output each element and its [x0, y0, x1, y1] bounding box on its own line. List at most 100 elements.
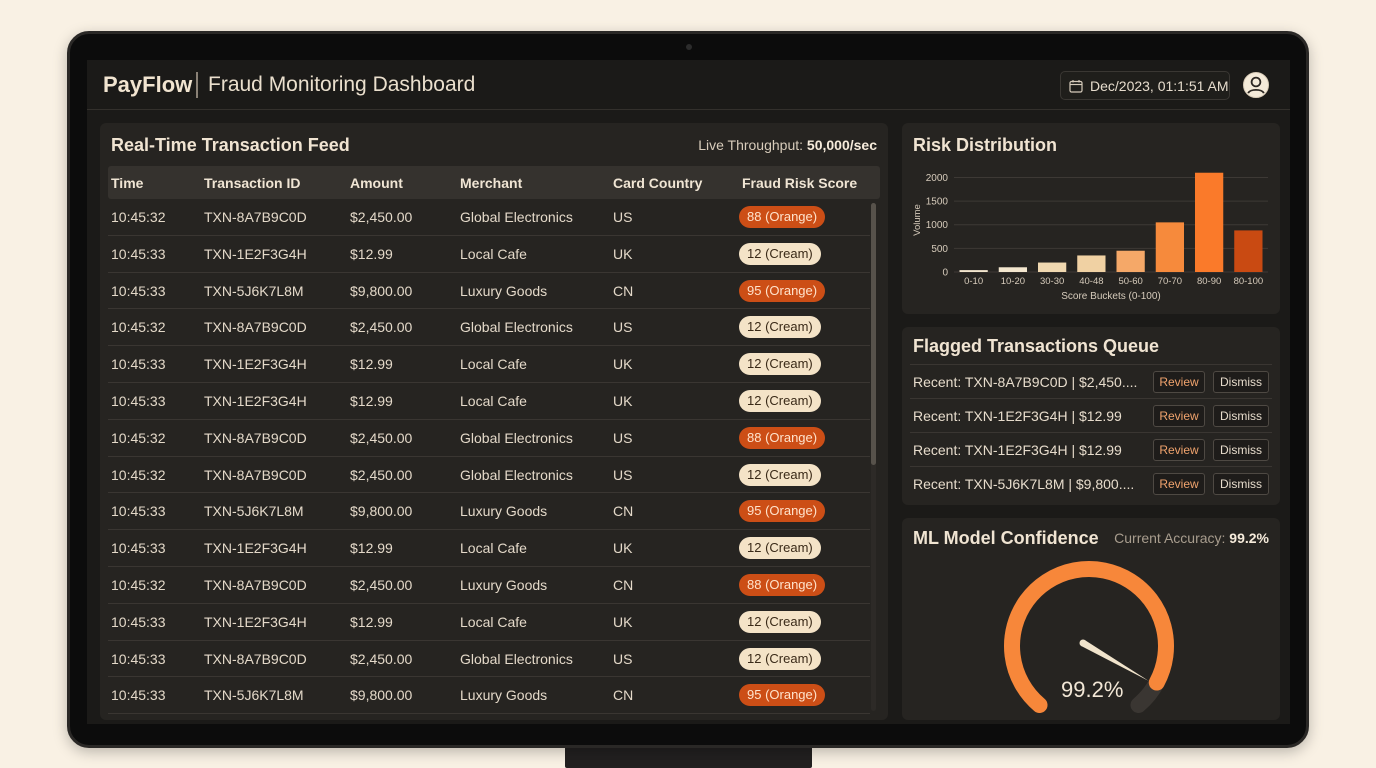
- y-tick-label: 1000: [926, 220, 949, 231]
- table-row[interactable]: 10:45:32 TXN-8A7B9C0D $2,450.00 Global Elec…: [108, 420, 870, 457]
- table-row[interactable]: 10:45:33 TXN-1E2F3G4H $12.99 Local Cafe UK 12…: [108, 346, 870, 383]
- risk-bar[interactable]: [1194, 172, 1224, 272]
- risk-score-badge: 95 (Orange): [739, 684, 826, 707]
- cell-card-country: US: [613, 429, 633, 446]
- cell-time: 10:45:33: [111, 356, 166, 373]
- cell-amount: $9,800.00: [350, 503, 413, 520]
- cell-amount: $9,800.00: [350, 282, 413, 299]
- table-row[interactable]: 10:45:33 TXN-1E2F3G4H $12.99 Local Cafe UK 12…: [108, 604, 870, 641]
- x-tick-label: 0-10: [964, 276, 983, 287]
- table-row[interactable]: 10:45:33 TXN-5J6K7L8M $9,800.00 Luxury Good…: [108, 493, 870, 531]
- cell-time: 10:45:32: [111, 576, 166, 593]
- table-row[interactable]: 10:45:33 TXN-1E2F3G4H $12.99 Local Cafe UK 12…: [108, 236, 870, 273]
- review-button[interactable]: Review: [1153, 405, 1205, 427]
- cell-merchant: Global Electronics: [460, 466, 573, 483]
- risk-bar[interactable]: [1037, 262, 1067, 272]
- risk-bar[interactable]: [1116, 250, 1145, 272]
- cell-card-country: UK: [613, 392, 633, 409]
- table-row[interactable]: 10:45:32 TXN-8A7B9C0D $2,450.00 Global Elec…: [108, 199, 870, 236]
- table-row[interactable]: 10:45:33 TXN-1E2F3G4H $12.99 Local Cafe UK 12…: [108, 530, 870, 567]
- cell-merchant: Local Cafe: [460, 356, 527, 373]
- table-row[interactable]: 10:45:33 TXN-1E2F3G4H $12.99 Local Cafe UK 12…: [108, 383, 870, 420]
- table-row[interactable]: 10:45:32 TXN-8A7B9C0D $2,450.00 Global Elec…: [108, 309, 870, 347]
- review-button[interactable]: Review: [1153, 439, 1205, 461]
- cell-amount: $12.99: [350, 356, 393, 373]
- cell-time: 10:45:32: [111, 466, 166, 483]
- cell-card-country: US: [613, 466, 633, 483]
- feed-scrollbar[interactable]: [871, 203, 876, 711]
- datetime-picker[interactable]: Dec/2023, 01:1:51 AM: [1060, 71, 1230, 100]
- x-axis-label: Score Buckets (0-100): [1061, 291, 1161, 302]
- table-row[interactable]: 10:45:32 TXN-8A7B9C0D $2,450.00 Global Elec…: [108, 457, 870, 494]
- risk-bar[interactable]: [1234, 230, 1263, 272]
- dismiss-button[interactable]: Dismiss: [1213, 405, 1269, 427]
- cell-transaction-id: TXN-1E2F3G4H: [204, 613, 307, 630]
- cell-amount: $12.99: [350, 245, 393, 262]
- dismiss-button[interactable]: Dismiss: [1213, 439, 1269, 461]
- cell-card-country: CN: [613, 282, 634, 299]
- table-header: Time Transaction ID Amount Merchant Card…: [108, 166, 880, 199]
- review-button[interactable]: Review: [1153, 473, 1205, 495]
- risk-score-badge: 12 (Cream): [739, 242, 821, 265]
- column-header-amount[interactable]: Amount: [350, 175, 403, 191]
- cell-card-country: US: [613, 319, 633, 336]
- gauge-value: 99.2%: [1061, 677, 1124, 702]
- cell-card-country: US: [613, 209, 633, 225]
- cell-merchant: Global Electronics: [460, 429, 573, 446]
- cell-transaction-id: TXN-8A7B9C0D: [204, 466, 307, 483]
- cell-merchant: Luxury Goods: [460, 282, 548, 299]
- cell-amount: $2,450.00: [350, 319, 413, 336]
- risk-distribution-panel: Risk Distribution 0 500 1000 1500 2000 0-10 10…: [902, 123, 1280, 314]
- flagged-item-text: Recent: TXN-1E2F3G4H | $12.99: [913, 408, 1122, 424]
- flagged-queue-list: Recent: TXN-8A7B9C0D | $2,450.... Review D…: [910, 364, 1272, 500]
- transaction-table-body: 10:45:32 TXN-8A7B9C0D $2,450.00 Global Elec…: [108, 199, 870, 715]
- header-bar: PayFlow Fraud Monitoring Dashboard Dec/2…: [87, 60, 1290, 110]
- risk-score-badge: 12 (Cream): [739, 647, 821, 670]
- risk-bar[interactable]: [1077, 255, 1106, 272]
- risk-bar[interactable]: [959, 270, 988, 272]
- risk-score-badge: 12 (Cream): [739, 353, 821, 376]
- column-header-time[interactable]: Time: [111, 175, 143, 191]
- y-tick-label: 500: [931, 244, 948, 255]
- dismiss-button[interactable]: Dismiss: [1213, 371, 1269, 393]
- cell-time: 10:45:33: [111, 392, 166, 409]
- column-header-card-country[interactable]: Card Country: [613, 175, 702, 191]
- cell-amount: $2,450.00: [350, 209, 413, 225]
- table-row[interactable]: 10:45:32 TXN-8A7B9C0D $2,450.00 Luxury Good…: [108, 567, 870, 604]
- cell-amount: $2,450.00: [350, 576, 413, 593]
- brand-logo[interactable]: PayFlow: [103, 72, 192, 98]
- column-header-transaction-id[interactable]: Transaction ID: [204, 175, 300, 191]
- y-tick-label: 1500: [926, 197, 949, 208]
- cell-card-country: CN: [613, 503, 634, 520]
- throughput-value: 50,000/sec: [806, 137, 877, 153]
- table-row[interactable]: 10:45:33 TXN-5J6K7L8M $9,800.00 Luxury Good…: [108, 273, 870, 310]
- risk-bar[interactable]: [998, 267, 1028, 272]
- risk-score-badge: 88 (Orange): [739, 206, 826, 228]
- column-header-merchant[interactable]: Merchant: [460, 175, 522, 191]
- cell-card-country: UK: [613, 245, 633, 262]
- dismiss-button[interactable]: Dismiss: [1213, 473, 1269, 495]
- flagged-item-text: Recent: TXN-5J6K7L8M | $9,800....: [913, 476, 1135, 492]
- column-header-fraud-risk-score[interactable]: Fraud Risk Score: [742, 175, 857, 191]
- datetime-text: Dec/2023, 01:1:51 AM: [1090, 78, 1229, 94]
- user-avatar-icon[interactable]: [1242, 71, 1270, 99]
- cell-time: 10:45:33: [111, 650, 166, 667]
- y-tick-label: 0: [942, 268, 948, 279]
- cell-merchant: Local Cafe: [460, 245, 527, 262]
- cell-time: 10:45:33: [111, 245, 166, 262]
- table-row[interactable]: 10:45:33 TXN-8A7B9C0D $2,450.00 Global Elec…: [108, 641, 870, 678]
- page-title: Fraud Monitoring Dashboard: [208, 73, 476, 96]
- review-button[interactable]: Review: [1153, 371, 1205, 393]
- flagged-item-text: Recent: TXN-8A7B9C0D | $2,450....: [913, 374, 1138, 390]
- cell-time: 10:45:33: [111, 503, 166, 520]
- cell-card-country: UK: [613, 540, 633, 557]
- flagged-queue-panel: Flagged Transactions Queue Recent: TXN-8…: [902, 327, 1280, 505]
- table-row[interactable]: 10:45:33 TXN-5J6K7L8M $9,800.00 Luxury Good…: [108, 677, 870, 715]
- cell-card-country: CN: [613, 687, 634, 704]
- x-tick-label: 70-70: [1158, 276, 1182, 287]
- cell-card-country: UK: [613, 613, 633, 630]
- risk-score-badge: 88 (Orange): [739, 573, 826, 596]
- risk-bar[interactable]: [1155, 222, 1185, 272]
- feed-scrollbar-thumb[interactable]: [871, 203, 876, 465]
- cell-time: 10:45:33: [111, 282, 166, 299]
